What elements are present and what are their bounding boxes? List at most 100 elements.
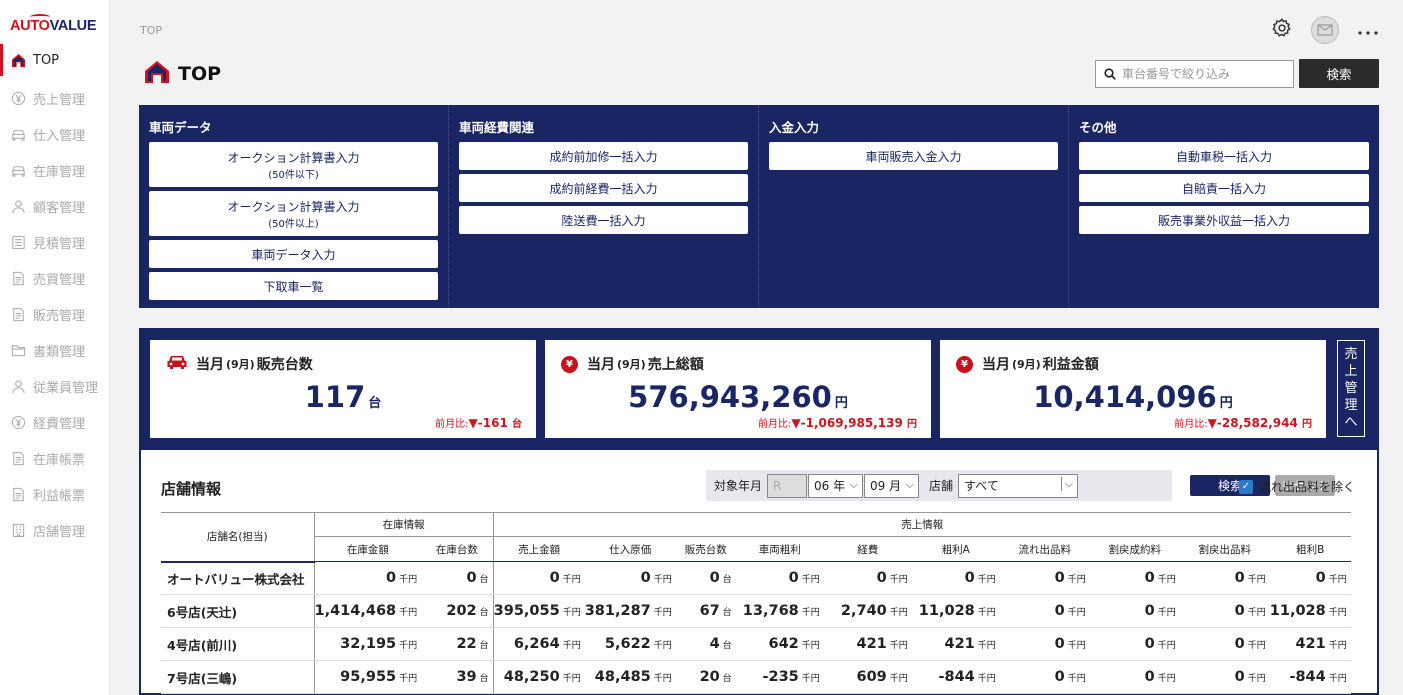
gear-icon[interactable]	[1271, 17, 1293, 43]
table-cell: 5,622 千円	[584, 627, 676, 661]
table-cell: 48,250 千円	[493, 660, 585, 694]
store-name-cell[interactable]: 7号店(三嶋)	[161, 660, 315, 694]
month-select[interactable]: 09 月 ⌵	[864, 473, 920, 498]
person-icon	[10, 198, 26, 214]
table-cell: 0 千円	[999, 660, 1090, 694]
more-icon[interactable]	[1357, 21, 1379, 40]
menu-button-label: 陸送費一括入力	[561, 213, 646, 228]
sidebar-item-4[interactable]: 顧客管理	[0, 188, 110, 224]
sidebar-item-1[interactable]: 売上管理	[0, 80, 110, 116]
chassis-search-input-wrap[interactable]	[1095, 60, 1294, 88]
menu-button[interactable]: 陸送費一括入力	[459, 206, 748, 234]
sidebar-item-6[interactable]: 売買管理	[0, 260, 110, 296]
sidebar-item-10[interactable]: 経費管理	[0, 404, 110, 440]
sales-management-link[interactable]: 売上管理へ	[1337, 340, 1365, 437]
column-header[interactable]: 車両粗利	[735, 536, 824, 562]
down-triangle-icon: ▼	[468, 416, 478, 430]
column-header[interactable]: 割戻成約料	[1089, 536, 1180, 562]
kpi-units-month: (9月)	[226, 358, 255, 371]
column-header[interactable]: 粗利B	[1269, 536, 1351, 562]
cell-unit: 千円	[1247, 674, 1266, 684]
table-row[interactable]: オートバリュー株式会社 0 千円 0 台 0 千円 0 千円 0 台 0 千円 0 千円 0 千円 0 千円 0 千円 0…	[161, 561, 1351, 595]
menu-button[interactable]: 車両販売入金入力	[769, 142, 1058, 170]
menu-button-label: 成約前加修一括入力	[549, 149, 658, 164]
sidebar-item-9[interactable]: 従業員管理	[0, 368, 110, 404]
cell-unit: 台	[479, 575, 489, 585]
menu-button[interactable]: 成約前経費一括入力	[459, 174, 748, 202]
menu-button-label: 自賠責一括入力	[1181, 181, 1266, 196]
sidebar-item-8[interactable]: 書類管理	[0, 332, 110, 368]
menu-column-title: 車両データ	[149, 120, 212, 135]
header-search-button[interactable]: 検索	[1299, 59, 1379, 88]
store-name-cell[interactable]: 4号店(前川)	[161, 627, 315, 661]
cell-unit: 台	[722, 575, 732, 585]
menu-column-3: その他 自動車税一括入力 自賠責一括入力 販売事業外収益一括入力	[1069, 105, 1379, 308]
year-select[interactable]: 06 年 ⌵	[808, 473, 864, 498]
kpi-sales-cmp-value: -1,069,985,139	[800, 416, 903, 430]
column-header[interactable]: 流れ出品料	[999, 536, 1090, 562]
chassis-search-input[interactable]	[1122, 67, 1282, 81]
table-row[interactable]: 7号店(三嶋) 95,955 千円 39 台 48,250 千円 48,485 千円 20 台 -23…	[161, 660, 1351, 694]
exclude-listing-fee-checkbox[interactable]: ✓ 流れ出品料を除く	[1239, 478, 1355, 495]
menu-button-label: 自動車税一括入力	[1175, 149, 1272, 164]
kpi-profit-unit: 円	[1219, 396, 1233, 411]
column-header[interactable]: 在庫台数	[421, 536, 494, 562]
table-cell: 4台	[675, 627, 736, 661]
sidebar-item-7[interactable]: 販売管理	[0, 296, 110, 332]
column-header[interactable]: 経費	[823, 536, 912, 562]
cell-value: 48,250	[503, 669, 560, 685]
avatar[interactable]	[1311, 16, 1339, 44]
menu-button[interactable]: 車両データ入力	[149, 240, 438, 268]
cell-unit: 千円	[801, 575, 820, 585]
kpi-profit-head: ¥ 当月 (9月) 利益金額	[956, 354, 1099, 374]
sales-link-char: へ	[1344, 415, 1358, 430]
menu-button[interactable]: 自動車税一括入力	[1079, 142, 1369, 170]
column-header[interactable]: 在庫金額	[314, 536, 422, 562]
sidebar-item-12[interactable]: 利益帳票	[0, 476, 110, 512]
menu-button[interactable]: 成約前加修一括入力	[459, 142, 748, 170]
column-header[interactable]: 売上金額	[493, 536, 585, 562]
cell-value: 39	[456, 669, 477, 685]
table-row[interactable]: 6号店(天辻) 1,414,468 千円 202 台 395,055 千円 381,287 千円…	[161, 594, 1351, 628]
sidebar-item-5[interactable]: 見積管理	[0, 224, 110, 260]
quick-menu-panel: 車両データオークション計算書入力 (50件以下) オークション計算書入力 (50件以上…	[139, 105, 1379, 308]
sidebar-nav: TOP 売上管理 仕入管理 在庫管理 顧客管理 見積管理 売買管理 販売管理 書類管理 従業員管理…	[0, 44, 110, 548]
menu-button[interactable]: オークション計算書入力 (50件以下)	[149, 142, 438, 187]
table-cell: 0台	[421, 561, 494, 595]
column-header[interactable]: 仕入原価	[584, 536, 676, 562]
header-store-name[interactable]: 店舗名(担当)	[161, 512, 315, 563]
table-cell: 95,955 千円	[314, 660, 422, 694]
cell-value: 6,264	[513, 636, 560, 652]
sidebar-item-0[interactable]: TOP	[0, 44, 110, 76]
sidebar-item-2[interactable]: 仕入管理	[0, 116, 110, 152]
kpi-units-cmp-unit: 台	[512, 419, 522, 430]
menu-button[interactable]: 下取車一覧	[149, 272, 438, 300]
filter-bar: 対象年月 R 06 年 ⌵ 09 月 ⌵ 店舗 すべて ⌵	[706, 470, 1172, 501]
column-header[interactable]: 割戻出品料	[1179, 536, 1270, 562]
autovalue-logo[interactable]: AUTOVALUE	[10, 14, 102, 38]
menu-button[interactable]: 自賠責一括入力	[1079, 174, 1369, 202]
menu-button[interactable]: オークション計算書入力 (50件以上)	[149, 191, 438, 236]
table-cell: 0 千円	[1089, 561, 1180, 595]
sidebar-item-11[interactable]: 在庫帳票	[0, 440, 110, 476]
table-row[interactable]: 4号店(前川) 32,195 千円 22 台 6,264 千円 5,622 千円 4 台 642 千円 4…	[161, 627, 1351, 661]
menu-button[interactable]: 販売事業外収益一括入力	[1079, 206, 1369, 234]
store-name-cell[interactable]: 6号店(天辻)	[161, 594, 315, 628]
cell-unit: 千円	[977, 674, 996, 684]
cell-value: 0	[1054, 669, 1065, 685]
column-header[interactable]: 粗利A	[911, 536, 1000, 562]
cell-unit: 千円	[1247, 608, 1266, 618]
cell-value: 0	[964, 570, 975, 586]
store-select[interactable]: すべて ⌵	[958, 473, 1079, 498]
column-header[interactable]: 販売台数	[675, 536, 736, 562]
table-cell: 6,264 千円	[493, 627, 585, 661]
logo-text: AUTOVALUE	[10, 18, 97, 34]
header-sales-info: 売上情報	[493, 512, 1351, 537]
car-icon	[10, 126, 26, 142]
sidebar-item-3[interactable]: 在庫管理	[0, 152, 110, 188]
yen-circle-icon	[10, 414, 26, 430]
sidebar-item-13[interactable]: 店舗管理	[0, 512, 110, 548]
store-name-cell[interactable]: オートバリュー株式会社	[161, 561, 315, 595]
table-cell: 22 台	[421, 627, 494, 661]
main-area: TOP TOP 検索 車両データオークション計算書入力(50件以下)オークション…	[110, 0, 1403, 695]
